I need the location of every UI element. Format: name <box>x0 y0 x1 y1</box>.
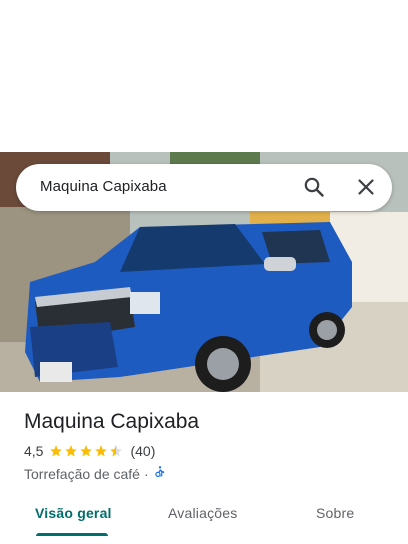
active-tab-indicator <box>36 533 108 536</box>
tab-about[interactable]: Sobre <box>316 505 354 521</box>
tab-overview[interactable]: Visão geral <box>35 505 112 521</box>
star-rating <box>49 444 124 458</box>
category-row: Torrefação de café · <box>24 465 394 482</box>
star-icon <box>110 445 123 457</box>
review-count[interactable]: (40) <box>130 443 155 459</box>
search-input[interactable]: Maquina Capixaba <box>40 178 167 195</box>
star-icon <box>65 445 78 457</box>
tab-reviews[interactable]: Avaliações <box>168 505 237 521</box>
wheelchair-accessible-icon[interactable] <box>153 465 167 482</box>
close-icon[interactable] <box>354 175 378 199</box>
star-icon <box>50 445 63 457</box>
tab-bar: Visão geral Avaliações Sobre <box>0 497 408 544</box>
rating-row[interactable]: 4,5 (40) <box>24 442 394 460</box>
star-icon <box>80 445 93 457</box>
rating-value: 4,5 <box>24 443 44 459</box>
separator-dot: · <box>143 465 149 482</box>
search-icon[interactable] <box>302 175 326 199</box>
place-category[interactable]: Torrefação de café <box>24 466 140 482</box>
star-icon <box>95 445 108 457</box>
place-title: Maquina Capixaba <box>24 410 200 433</box>
place-info: Maquina Capixaba 4,5 (40) Torrefação de … <box>24 408 394 482</box>
search-bar[interactable]: Maquina Capixaba <box>16 164 392 211</box>
